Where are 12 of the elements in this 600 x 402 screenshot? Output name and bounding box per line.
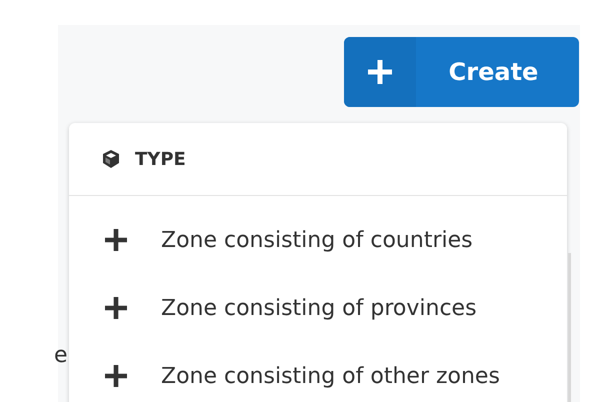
menu-item[interactable]: Zone consisting of provinces — [69, 290, 567, 326]
plus-icon — [105, 297, 127, 319]
create-button[interactable]: Create — [344, 37, 579, 107]
menu-header: TYPE — [135, 148, 186, 170]
menu-item[interactable]: Zone consisting of countries — [69, 222, 567, 258]
plus-icon — [368, 60, 392, 84]
cube-icon — [101, 149, 121, 169]
plus-icon — [105, 229, 127, 251]
scrollbar[interactable] — [568, 253, 571, 402]
partial-text: e — [54, 343, 68, 368]
plus-icon — [105, 365, 127, 387]
menu-item[interactable]: Zone consisting of other zones — [69, 358, 567, 394]
